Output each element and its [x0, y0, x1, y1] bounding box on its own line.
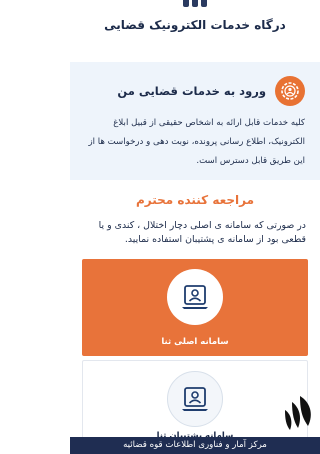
main-system-label[interactable]: سامانه اصلی ثنا [82, 337, 308, 347]
emblem-icon [182, 0, 208, 8]
login-title[interactable]: ورود به خدمات قضایی من [117, 84, 266, 98]
gear-person-icon [275, 76, 305, 106]
page-title: درگاه خدمات الکترونیک قضایی [104, 18, 286, 32]
notice-body: در صورتی که سامانه ی اصلی دچار اختلال ، … [98, 220, 306, 245]
login-section[interactable]: ورود به خدمات قضایی من کلیه خدمات قابل ا… [70, 62, 320, 180]
footer-bar: مرکز آمار و فناوری اطلاعات قوه قضائیه [70, 437, 320, 454]
user-monitor-icon [167, 371, 223, 427]
login-description: کلیه خدمات قابل ارائه به اشخاص حقیقی از … [88, 118, 305, 166]
notice-title: مراجعه کننده محترم [135, 193, 255, 207]
page-header: درگاه خدمات الکترونیک قضایی [70, 0, 320, 52]
main-system-card[interactable]: سامانه اصلی ثنا [82, 259, 308, 356]
watermark-logo [230, 392, 320, 438]
user-monitor-icon [167, 269, 223, 325]
